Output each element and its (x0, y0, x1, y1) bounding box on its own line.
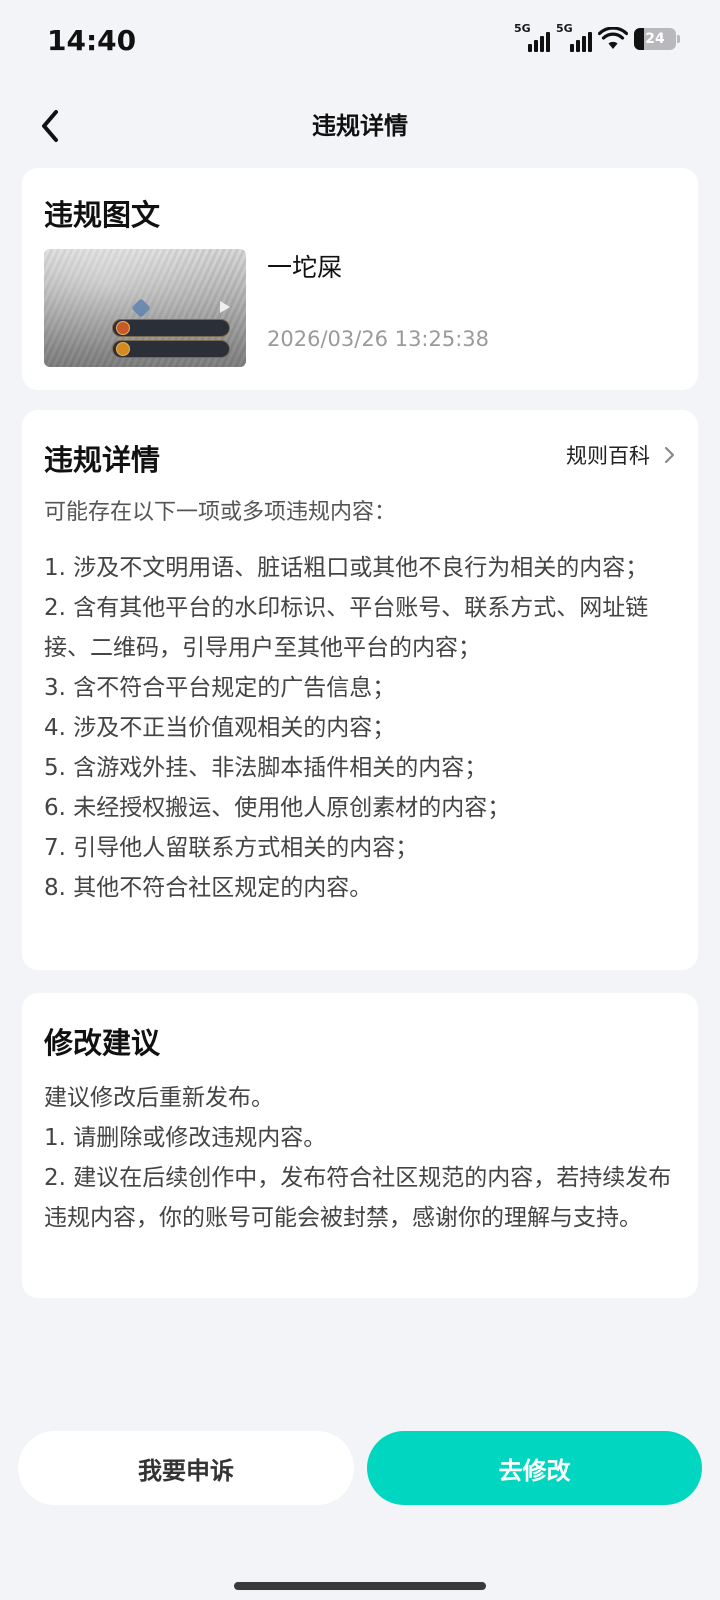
post-card-title: 违规图文 (44, 198, 161, 232)
detail-card-title: 违规详情 (44, 443, 161, 477)
appeal-button[interactable]: 我要申诉 (18, 1431, 354, 1505)
advice-card-title: 修改建议 (44, 1026, 161, 1060)
wifi-icon (598, 27, 628, 51)
rules-encyclopedia-link[interactable]: 规则百科 (566, 440, 676, 470)
thumbnail-avatar-icon (116, 342, 130, 356)
battery-level: 24 (645, 31, 665, 47)
page-title: 违规详情 (312, 112, 408, 140)
violation-item: 4. 涉及不正当价值观相关的内容； (44, 715, 396, 741)
battery-icon: 24 (634, 28, 680, 50)
violation-list: 1. 涉及不文明用语、脏话粗口或其他不良行为相关的内容； 2. 含有其他平台的水… (44, 548, 674, 908)
modification-advice-card: 修改建议 建议修改后重新发布。 1. 请删除或修改违规内容。 2. 建议在后续创… (22, 993, 698, 1298)
post-timestamp: 2026/03/26 13:25:38 (267, 327, 490, 351)
rules-link-label: 规则百科 (566, 444, 650, 468)
status-icons: 5G 5G 24 (514, 22, 680, 52)
advice-item: 建议修改后重新发布。 (44, 1085, 274, 1111)
violation-detail-card: 违规详情 规则百科 可能存在以下一项或多项违规内容： 1. 涉及不文明用语、脏话… (22, 410, 698, 970)
advice-list: 建议修改后重新发布。 1. 请删除或修改违规内容。 2. 建议在后续创作中，发布… (44, 1078, 672, 1238)
violation-item: 3. 含不符合平台规定的广告信息； (44, 675, 396, 701)
violation-item: 7. 引导他人留联系方式相关的内容； (44, 835, 419, 861)
network-type-label: 5G (556, 22, 573, 35)
violation-item: 8. 其他不符合社区规定的内容。 (44, 875, 373, 901)
violation-item: 6. 未经授权搬运、使用他人原创素材的内容； (44, 795, 511, 821)
go-edit-button[interactable]: 去修改 (367, 1431, 702, 1505)
violating-post-card: 违规图文 一坨屎 2026/03/26 13:25:38 (22, 168, 698, 390)
violation-intro: 可能存在以下一项或多项违规内容： (44, 500, 397, 525)
thumbnail-badge-icon (131, 298, 151, 318)
violation-item: 2. 含有其他平台的水印标识、平台账号、联系方式、网址链接、二维码，引导用户至其… (44, 595, 649, 661)
thumbnail-avatar-icon (116, 321, 130, 335)
network-type-label: 5G (514, 22, 531, 35)
violation-item: 1. 涉及不文明用语、脏话粗口或其他不良行为相关的内容； (44, 555, 649, 581)
chevron-right-icon (664, 446, 675, 464)
violation-item: 5. 含游戏外挂、非法脚本插件相关的内容； (44, 755, 488, 781)
status-bar: 14:40 5G 5G 24 (0, 0, 720, 86)
signal-icon: 5G (514, 22, 550, 52)
post-title[interactable]: 一坨屎 (267, 248, 342, 284)
advice-item: 1. 请删除或修改违规内容。 (44, 1125, 327, 1151)
home-indicator[interactable] (234, 1582, 486, 1590)
thumbnail-play-icon (220, 301, 230, 313)
nav-bar: 违规详情 (0, 86, 720, 166)
signal-icon: 5G (556, 22, 592, 52)
post-thumbnail[interactable] (44, 249, 246, 367)
status-time: 14:40 (47, 24, 137, 57)
advice-item: 2. 建议在后续创作中，发布符合社区规范的内容，若持续发布违规内容，你的账号可能… (44, 1165, 672, 1231)
